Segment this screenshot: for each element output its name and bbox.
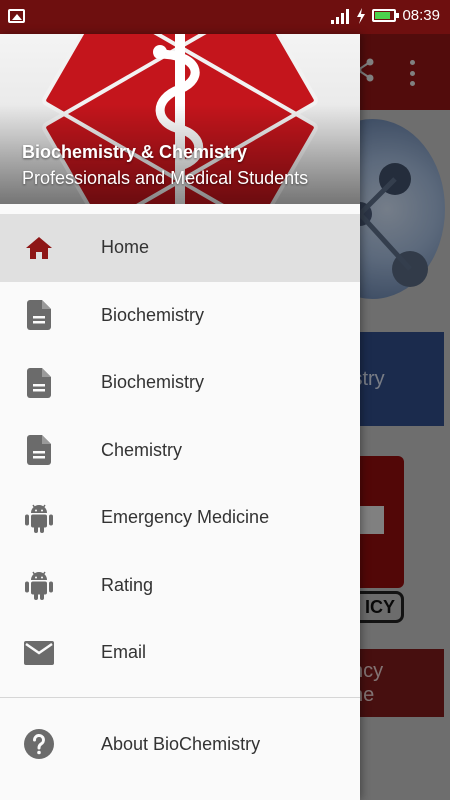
menu-item-biochemistry-2[interactable]: Biochemistry [0,349,360,417]
menu-item-about[interactable]: About BioChemistry [0,710,360,778]
menu-item-label: Email [101,642,147,663]
menu-item-rating[interactable]: Rating [0,552,360,620]
battery-icon [372,9,400,22]
home-icon [24,233,54,263]
menu-item-label: Chemistry [101,439,183,460]
help-icon [24,729,54,759]
menu-item-email[interactable]: Email [0,619,360,687]
menu-item-chemistry[interactable]: Chemistry [0,417,360,485]
menu-item-home[interactable]: Home [0,214,360,282]
android-icon [24,570,54,601]
drawer-header: Biochemistry & Chemistry Professionals a… [0,34,360,204]
drawer-header-title: Biochemistry & Chemistry [22,142,248,162]
menu-item-label: Rating [101,574,154,595]
charging-icon [357,7,366,24]
email-icon [24,638,54,668]
status-bar-right: 08:39 [330,7,440,24]
drawer-header-subtitle: Professionals and Medical Students [22,168,309,188]
menu-item-label: Emergency Medicine [101,507,270,528]
document-icon [24,435,54,466]
document-icon [24,367,54,398]
android-icon [24,503,54,533]
menu-item-biochemistry-1[interactable]: Biochemistry [0,282,360,350]
document-icon [24,300,54,331]
drawer-menu: Home Biochemistry Biochemistry Chemistry [0,214,360,687]
image-notification-icon [8,9,25,23]
menu-item-emergency-medicine[interactable]: Emergency Medicine [0,484,360,552]
clock: 08:39 [402,7,440,24]
navigation-drawer: Biochemistry & Chemistry Professionals a… [0,34,360,800]
status-bar: 08:39 [0,0,450,34]
menu-item-label: About BioChemistry [101,733,261,754]
signal-icon [331,8,350,24]
menu-item-label: Home [101,237,150,258]
menu-divider [0,697,360,698]
menu-item-label: Biochemistry [101,372,205,393]
menu-item-label: Biochemistry [101,304,205,325]
